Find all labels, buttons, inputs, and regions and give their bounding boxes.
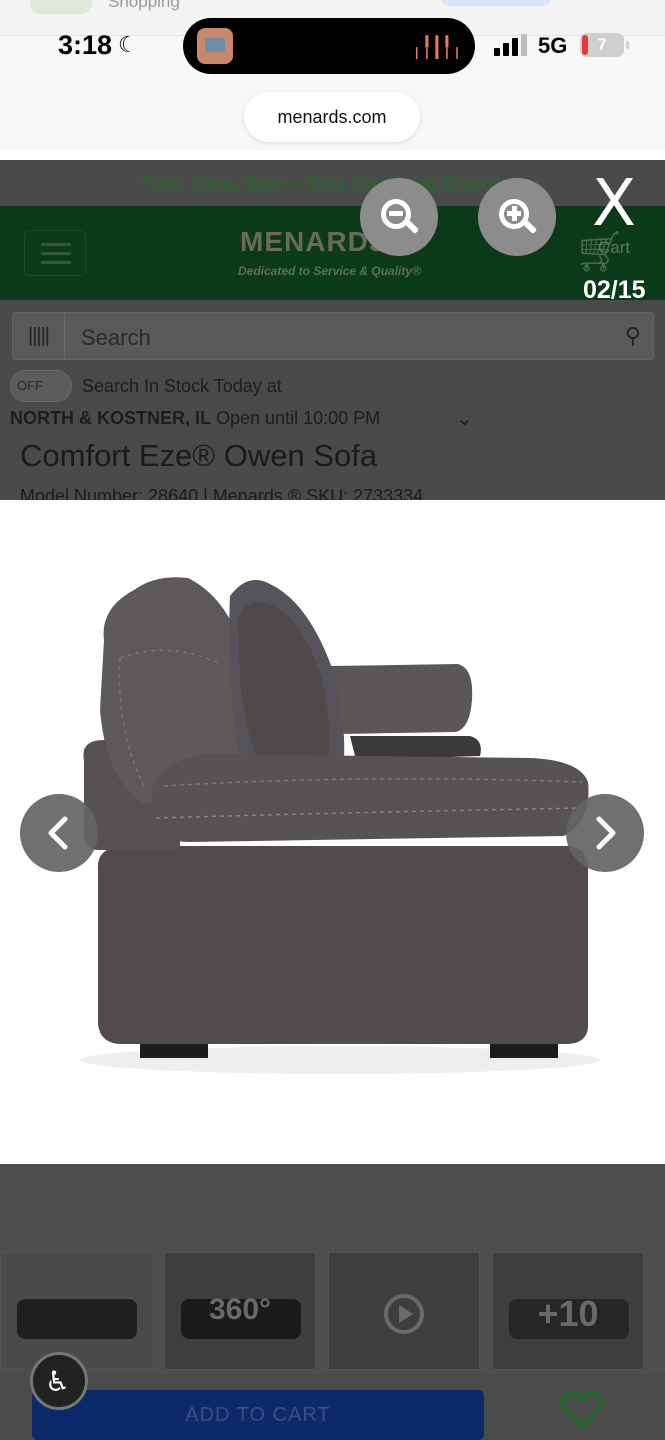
- chevron-left-icon: [48, 816, 68, 850]
- status-bar: Shopping 3:18 ☾ ╷╿┃╿╷ 5G 7 menards.com: [0, 0, 665, 150]
- battery-icon: 7: [580, 33, 629, 57]
- logo-tagline: Dedicated to Service & Quality®: [238, 264, 421, 278]
- menu-icon[interactable]: [24, 230, 86, 276]
- now-playing-artwork: [197, 28, 233, 64]
- purchase-bar: ADD TO CART: [0, 1374, 665, 1440]
- close-button[interactable]: X: [586, 172, 642, 236]
- add-to-cart-button[interactable]: ADD TO CART: [32, 1390, 484, 1440]
- heart-icon[interactable]: [560, 1390, 604, 1430]
- address-bar[interactable]: menards.com: [244, 92, 420, 142]
- store-name: NORTH & KOSTNER, IL: [10, 408, 211, 428]
- product-model-sku: Model Number: 28640 | Menards ® SKU: 273…: [20, 486, 424, 500]
- zoom-out-button[interactable]: [360, 178, 438, 256]
- accessibility-button[interactable]: ♿︎: [30, 1352, 88, 1410]
- battery-percent: 7: [597, 35, 607, 54]
- thumbnail-strip: 360° +10: [0, 1252, 665, 1372]
- next-image-button[interactable]: [566, 794, 644, 872]
- thumbnail-360[interactable]: 360°: [164, 1252, 316, 1370]
- search-input[interactable]: Search: [81, 325, 151, 351]
- thumbnail-1[interactable]: [0, 1252, 154, 1370]
- clock: 3:18: [58, 30, 113, 60]
- dynamic-island[interactable]: ╷╿┃╿╷: [183, 18, 475, 74]
- promo-banner[interactable]: Plant, Grow, Save – Shop Gardening Essen…: [0, 160, 665, 206]
- sofa-image: [80, 577, 600, 1074]
- product-title: Comfort Eze® Owen Sofa: [20, 438, 378, 473]
- cellular-signal-icon: [494, 34, 528, 56]
- cart-label[interactable]: Cart: [598, 238, 630, 258]
- previous-image-button[interactable]: [20, 794, 98, 872]
- image-counter: 02/15: [583, 276, 646, 304]
- accessibility-icon: ♿︎: [45, 1365, 71, 1398]
- zoom-in-button[interactable]: [478, 178, 556, 256]
- play-icon: [384, 1294, 424, 1334]
- chevron-right-icon: [596, 816, 616, 850]
- search-icon[interactable]: ⚲: [625, 323, 641, 349]
- thumbnail-video[interactable]: [328, 1252, 480, 1370]
- app-icon: [30, 0, 92, 14]
- lightbox-bottom: 360° +10 ADD TO CART: [0, 1164, 665, 1440]
- audio-wave-icon: ╷╿┃╿╷: [410, 37, 463, 59]
- barcode-icon[interactable]: |||||: [13, 313, 65, 359]
- chevron-down-icon[interactable]: ⌄: [456, 406, 473, 431]
- network-type: 5G: [538, 33, 568, 58]
- more-images-label: +10: [537, 1293, 599, 1334]
- search-bar[interactable]: ||||| Search ⚲: [12, 312, 654, 360]
- focus-moon-icon: ☾: [118, 32, 138, 57]
- thumbnail-more[interactable]: +10: [492, 1252, 644, 1370]
- in-stock-label: Search In Stock Today at: [82, 376, 282, 396]
- view-360-label: 360°: [208, 1293, 272, 1326]
- store-hours: Open until 10:00 PM: [216, 408, 381, 428]
- site-header: MENARDS Dedicated to Service & Quality® …: [0, 206, 665, 300]
- app-peek-label: Shopping: [108, 0, 180, 11]
- store-selector[interactable]: NORTH & KOSTNER, IL Open until 10:00 PM: [10, 408, 380, 429]
- in-stock-toggle[interactable]: OFF: [10, 370, 72, 402]
- page-background: Plant, Grow, Save – Shop Gardening Essen…: [0, 160, 665, 500]
- peek-pill: [440, 0, 552, 6]
